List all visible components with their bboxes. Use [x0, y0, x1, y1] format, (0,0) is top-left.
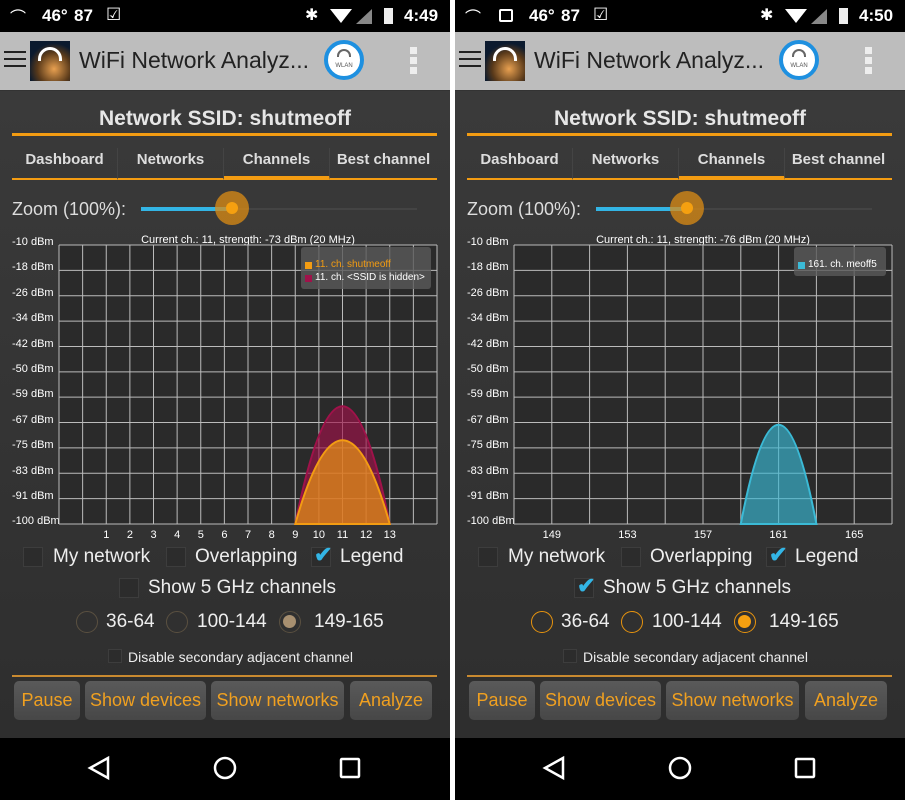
x-tick-label: 149	[542, 529, 561, 541]
band-label: 36-64	[106, 611, 155, 632]
x-tick-label: 6	[221, 529, 228, 541]
band-radio-36-64[interactable]	[76, 611, 98, 633]
band-radio-149-165[interactable]	[734, 611, 756, 633]
band-radio-100-144[interactable]	[166, 611, 188, 633]
chart-legend: 11. ch. shutmeoff 11. ch. <SSID is hidden…	[301, 247, 431, 289]
band-label: 149-165	[769, 611, 839, 632]
pause-button[interactable]: Pause	[14, 681, 80, 720]
legend-label: 11. ch. shutmeoff	[315, 259, 391, 270]
x-tick-label: 153	[618, 529, 637, 541]
legend-label: 11. ch. <SSID is hidden>	[315, 272, 425, 283]
band-label: 100-144	[197, 611, 267, 632]
checkmark-icon: ✔	[314, 542, 333, 567]
show-5ghz-label: Show 5 GHz channels	[603, 577, 791, 598]
band-radio-36-64[interactable]	[531, 611, 553, 633]
my-network-label: My network	[508, 546, 606, 567]
navigation-bar	[0, 738, 450, 800]
x-tick-label: 4	[174, 529, 181, 541]
overlapping-checkbox[interactable]	[166, 547, 186, 567]
show-networks-button[interactable]: Show networks	[666, 681, 799, 720]
x-tick-label: 9	[292, 529, 299, 541]
overlapping-label: Overlapping	[195, 546, 298, 567]
legend-label: Legend	[340, 546, 404, 567]
back-icon[interactable]	[542, 755, 565, 781]
phone-screen: ⌒ 46° 87 ☑ ✱ 4:50 WiFi Network Analyz... WLAN Ne…	[455, 0, 905, 800]
legend-checkbox[interactable]: ✔	[766, 542, 787, 567]
x-tick-label: 5	[197, 529, 204, 541]
legend-swatch	[305, 275, 312, 282]
band-label: 100-144	[652, 611, 722, 632]
pause-button[interactable]: Pause	[469, 681, 535, 720]
x-tick-label: 13	[383, 529, 396, 541]
show-devices-button[interactable]: Show devices	[540, 681, 661, 720]
recents-icon[interactable]	[794, 757, 816, 779]
my-network-checkbox[interactable]	[23, 547, 43, 567]
show-5ghz-checkbox[interactable]	[119, 578, 139, 598]
x-tick-label: 3	[150, 529, 157, 541]
disable-secondary-checkbox[interactable]	[108, 649, 122, 663]
radio-dot	[738, 615, 751, 628]
analyze-button[interactable]: Analyze	[350, 681, 432, 720]
show-5ghz-label: Show 5 GHz channels	[148, 577, 336, 598]
my-network-label: My network	[53, 546, 151, 567]
my-network-checkbox[interactable]	[478, 547, 498, 567]
channel-chart	[513, 244, 893, 525]
x-tick-label: 165	[845, 529, 864, 541]
legend-swatch	[798, 262, 805, 269]
chart-legend: 161. ch. meoff5	[794, 247, 886, 276]
legend-label: Legend	[795, 546, 859, 567]
show-devices-button[interactable]: Show devices	[85, 681, 206, 720]
x-tick-label: 157	[693, 529, 713, 541]
checkmark-icon: ✔	[577, 573, 596, 598]
disable-secondary-label: Disable secondary adjacent channel	[583, 649, 808, 665]
phone-screen: ⌒ 46° 87 ☑ ✱ 4:49 WiFi Network Analyz... WLAN Ne…	[0, 0, 450, 800]
radio-dot	[283, 615, 296, 628]
bottom-divider	[12, 675, 437, 677]
band-radio-149-165[interactable]	[279, 611, 301, 633]
x-tick-label: 1	[103, 529, 110, 541]
x-tick-label: 12	[360, 529, 373, 541]
show-5ghz-checkbox[interactable]: ✔	[574, 573, 595, 598]
overlapping-checkbox[interactable]	[621, 547, 641, 567]
disable-secondary-checkbox[interactable]	[563, 649, 577, 663]
x-tick-label: 7	[244, 529, 252, 541]
legend-swatch	[305, 262, 312, 269]
recents-icon[interactable]	[339, 757, 361, 779]
checkmark-icon: ✔	[769, 542, 788, 567]
show-networks-button[interactable]: Show networks	[211, 681, 344, 720]
legend-label: 161. ch. meoff5	[808, 259, 877, 270]
home-icon[interactable]	[668, 756, 692, 780]
back-icon[interactable]	[87, 755, 110, 781]
band-label: 149-165	[314, 611, 384, 632]
analyze-button[interactable]: Analyze	[805, 681, 887, 720]
bottom-divider	[467, 675, 892, 677]
x-tick-label: 161	[769, 529, 788, 541]
x-tick-label: 8	[268, 529, 275, 541]
band-radio-100-144[interactable]	[621, 611, 643, 633]
legend-checkbox[interactable]: ✔	[311, 542, 332, 567]
band-label: 36-64	[561, 611, 610, 632]
navigation-bar	[455, 738, 905, 800]
overlapping-label: Overlapping	[650, 546, 753, 567]
x-tick-label: 2	[126, 529, 133, 541]
disable-secondary-label: Disable secondary adjacent channel	[128, 649, 353, 665]
channel-chart	[58, 244, 438, 525]
home-icon[interactable]	[213, 756, 237, 780]
x-tick-label: 11	[336, 529, 349, 541]
x-tick-label: 10	[312, 529, 325, 541]
